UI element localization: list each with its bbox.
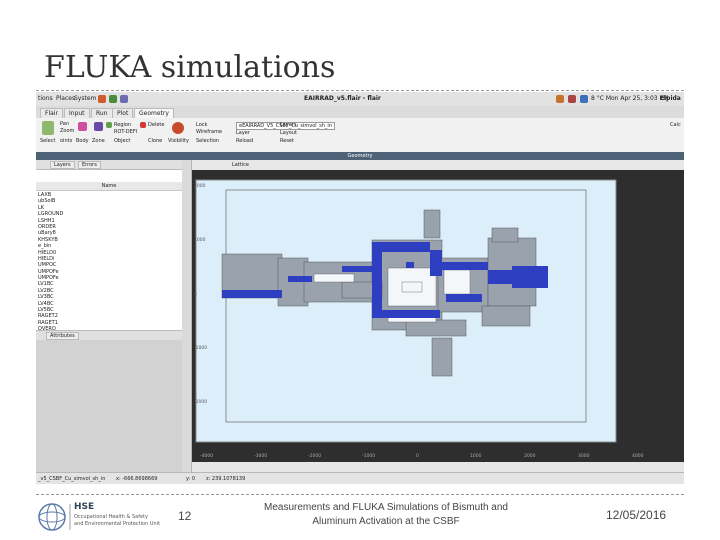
logo-title: HSE	[74, 502, 95, 512]
logo-line-2: and Environmental Protection Unit	[74, 521, 161, 527]
geometry-plot[interactable]	[192, 170, 684, 462]
tab-lattice[interactable]: Lattice	[232, 162, 249, 168]
geometry-ribbon: Select Pan Zoom oints Body Zone Region R…	[36, 118, 684, 153]
region-button[interactable]: Region	[114, 122, 131, 128]
x-tick-label: 0	[416, 454, 419, 459]
clone-button[interactable]: Clone	[148, 138, 162, 144]
geometry-viewport[interactable]: 2000 1000 0 -1000 -2000 -4000 -3000 -2000 -1000…	[192, 170, 684, 462]
layout-button[interactable]: Layout	[280, 130, 297, 136]
y-tick-label: -1000	[194, 346, 208, 351]
select-button[interactable]: Select	[40, 138, 55, 144]
terminal-icon[interactable]	[109, 95, 117, 103]
status-y: y: 0	[186, 476, 196, 482]
menu-applications[interactable]: tions	[38, 95, 53, 102]
attributes-area	[36, 340, 182, 472]
footer-text: Measurements and FLUKA Simulations of Bi…	[240, 501, 532, 529]
browser-icon[interactable]	[98, 95, 106, 103]
logo-line-1: Occupational Health & Safety	[74, 514, 148, 520]
layers-panel-tabs: Layers Errors	[36, 160, 182, 170]
footer-text-line-2: Aluminum Activation at the CSBF	[312, 516, 460, 527]
flair-screenshot: tions Places System EAIRRAD_v5.flair - f…	[36, 92, 684, 484]
panel-scrollbar[interactable]	[182, 160, 192, 472]
tray-icon-2[interactable]	[568, 95, 576, 103]
status-bar: _v5_CSBF_Cu_simvol_sh_in x: -666.8698669…	[36, 472, 684, 484]
x-tick-label: 1000	[470, 454, 482, 459]
selection-button[interactable]: Selection	[196, 138, 219, 144]
y-tick-label: 1000	[194, 238, 206, 243]
menu-places[interactable]: Places	[56, 95, 75, 102]
x-tick-label: -1000	[362, 454, 376, 459]
tab-layers[interactable]: Layers	[50, 161, 75, 169]
pan-button[interactable]: Pan	[60, 121, 69, 127]
clock: 8 °C Mon Apr 25, 3:03 PM	[591, 95, 669, 102]
reset-button[interactable]: Reset	[280, 138, 294, 144]
tab-plot[interactable]: Plot	[112, 108, 134, 118]
tab-run[interactable]: Run	[91, 108, 113, 118]
tray-icon-1[interactable]	[556, 95, 564, 103]
wireframe-button[interactable]: Wireframe	[196, 129, 222, 135]
x-tick-label: 3000	[578, 454, 590, 459]
status-z: z: 239.1078139	[206, 476, 246, 482]
status-x: x: -666.8698669	[116, 476, 158, 482]
layers-button[interactable]: Layers	[280, 122, 297, 128]
rot-defi-button[interactable]: ROT-DEFI	[114, 129, 137, 135]
layers-panel: Layers Errors Name LAXB ubSolB LK LGROUND LS…	[36, 160, 183, 472]
menu-system[interactable]: System	[74, 95, 96, 102]
zone-icon	[94, 122, 103, 131]
layers-list: LAXB ubSolB LK LGROUND LSHH1 ORDER uBary8 KHSKY…	[38, 192, 178, 345]
status-file: _v5_CSBF_Cu_simvol_sh_in	[38, 476, 106, 482]
list-column-header[interactable]: Name	[36, 182, 182, 191]
body-icon	[78, 122, 87, 131]
page-number: 12	[178, 509, 192, 523]
region-icon	[106, 122, 112, 128]
footer-date: 12/05/2016	[606, 508, 667, 522]
window-title: EAIRRAD_v5.flair - flair	[304, 95, 381, 102]
x-tick-label: -3000	[254, 454, 268, 459]
tab-geometry[interactable]: Geometry	[134, 108, 174, 118]
title-divider	[36, 90, 684, 91]
slide-title: FLUKA simulations	[44, 50, 336, 85]
points-button[interactable]: oints	[60, 138, 72, 144]
tab-input[interactable]: Input	[64, 108, 90, 118]
tab-flair[interactable]: Flair	[40, 108, 63, 118]
x-tick-label: -2000	[308, 454, 322, 459]
footer-text-line-1: Measurements and FLUKA Simulations of Bi…	[263, 502, 508, 513]
x-tick-label: 4000	[632, 454, 644, 459]
reload-button[interactable]: Reload	[236, 138, 253, 144]
zoom-button[interactable]: Zoom	[60, 128, 74, 134]
tab-attributes[interactable]: Attributes	[46, 332, 79, 340]
system-menubar: tions Places System EAIRRAD_v5.flair - f…	[36, 92, 684, 107]
help-icon[interactable]	[120, 95, 128, 103]
calc-button[interactable]: Calc	[670, 122, 681, 128]
layer-dropdown[interactable]: Layer	[236, 130, 250, 136]
zone-button[interactable]: Zone	[92, 138, 105, 144]
footer-divider	[36, 494, 684, 495]
user-name[interactable]: Elpida	[660, 95, 681, 102]
geometry-header: Geometry	[36, 152, 684, 160]
x-tick-label: -4000	[200, 454, 214, 459]
y-tick-label: -2000	[194, 400, 208, 405]
y-tick-label: 2000	[194, 184, 206, 189]
delete-button[interactable]: Delete	[148, 122, 164, 128]
visibility-button[interactable]: Visibility	[168, 138, 189, 144]
ribbon-tabs: Flair Input Run Plot Geometry	[36, 106, 684, 118]
tab-errors[interactable]: Errors	[78, 161, 101, 169]
tray-icon-3[interactable]	[580, 95, 588, 103]
hse-logo: HSE Occupational Health & Safety and Env…	[36, 500, 166, 534]
y-tick-label: 0	[194, 292, 197, 297]
cursor-icon	[42, 121, 54, 135]
lock-button[interactable]: Lock	[196, 122, 207, 128]
object-button[interactable]: Object	[114, 138, 130, 144]
body-button[interactable]: Body	[76, 138, 89, 144]
delete-icon	[140, 122, 146, 128]
visibility-icon	[172, 122, 184, 134]
x-tick-label: 2000	[524, 454, 536, 459]
